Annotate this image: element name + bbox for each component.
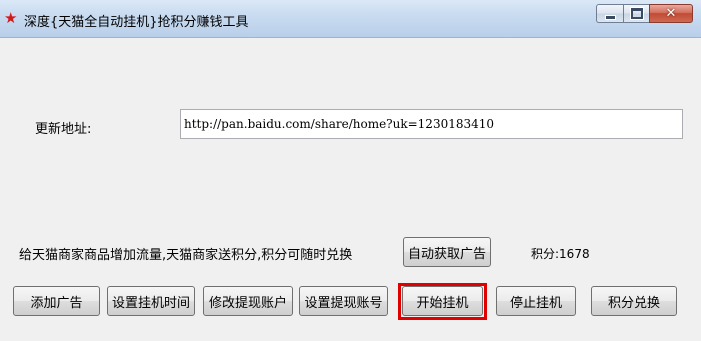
update-url-input[interactable]: [180, 109, 683, 139]
minimize-icon: [604, 14, 616, 20]
stop-hang-button[interactable]: 停止挂机: [496, 286, 576, 316]
update-address-label: 更新地址:: [35, 122, 92, 137]
description-text: 给天猫商家商品增加流量,天猫商家送积分,积分可随时兑换: [19, 248, 353, 263]
title-bar[interactable]: ★ 深度{天猫全自动挂机}抢积分赚钱工具 ✕: [0, 0, 701, 38]
caption-buttons: ✕: [596, 4, 693, 25]
points-label: 积分:: [531, 247, 560, 261]
client-area: 更新地址: 给天猫商家商品增加流量,天猫商家送积分,积分可随时兑换 自动获取广告…: [0, 38, 701, 341]
points-display: 积分:1678: [531, 245, 590, 262]
start-hang-button[interactable]: 开始挂机: [402, 286, 483, 316]
modify-withdraw-account-button[interactable]: 修改提现账户: [203, 286, 293, 316]
minimize-button[interactable]: [596, 4, 623, 23]
app-window: ★ 深度{天猫全自动挂机}抢积分赚钱工具 ✕ 更新地址: 给天猫商家商品增加流量…: [0, 0, 701, 341]
close-icon: ✕: [665, 6, 677, 21]
maximize-button[interactable]: [623, 4, 649, 23]
auto-fetch-ad-button[interactable]: 自动获取广告: [403, 237, 491, 267]
points-value: 1678: [559, 247, 590, 261]
add-ad-button[interactable]: 添加广告: [13, 286, 100, 316]
redeem-points-button[interactable]: 积分兑换: [591, 286, 677, 316]
set-hang-time-button[interactable]: 设置挂机时间: [107, 286, 195, 316]
window-title: 深度{天猫全自动挂机}抢积分赚钱工具: [24, 15, 249, 30]
red-star-icon: ★: [4, 9, 18, 27]
maximize-icon: [630, 8, 643, 19]
close-button[interactable]: ✕: [649, 4, 693, 23]
set-withdraw-account-button[interactable]: 设置提现账号: [299, 286, 388, 316]
